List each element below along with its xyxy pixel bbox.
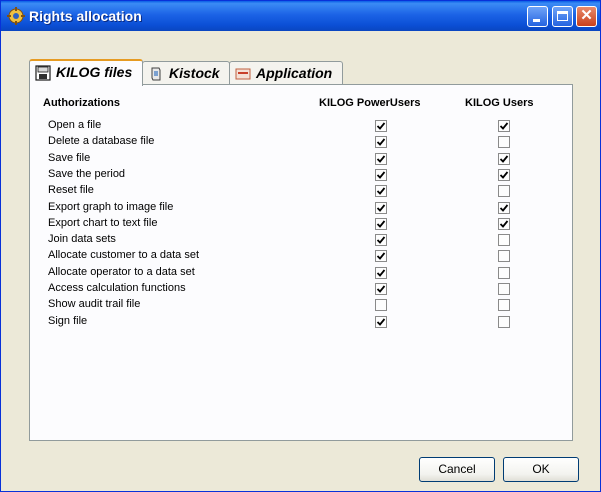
power-users-checkbox[interactable] — [375, 120, 387, 132]
table-row: Export graph to image file — [30, 200, 570, 216]
authorization-label: Export chart to text file — [48, 216, 158, 229]
users-checkbox[interactable] — [498, 201, 510, 214]
users-checkbox[interactable] — [498, 152, 510, 165]
cancel-button[interactable]: Cancel — [419, 457, 495, 482]
users-checkbox[interactable] — [498, 120, 510, 132]
header-authorizations: Authorizations — [43, 97, 120, 109]
authorization-label: Sign file — [48, 314, 88, 327]
users-checkbox[interactable] — [498, 315, 510, 328]
table-row: Allocate operator to a data set — [30, 265, 570, 281]
tab-kilog-files[interactable]: KILOG files — [29, 59, 143, 86]
authorization-label: Join data sets — [48, 233, 116, 246]
users-checkbox[interactable] — [498, 266, 510, 279]
rights-allocation-window: Rights allocation ✕ KILOG files Kistock — [0, 0, 601, 492]
power-users-checkbox[interactable] — [375, 315, 387, 328]
table-row: Show audit trail file — [30, 297, 570, 313]
power-users-checkbox[interactable] — [375, 217, 387, 230]
power-users-checkbox[interactable] — [375, 299, 387, 312]
header-users: KILOG Users — [465, 97, 534, 109]
users-checkbox[interactable] — [498, 299, 510, 312]
power-users-checkbox[interactable] — [375, 250, 387, 263]
maximize-icon — [557, 11, 568, 21]
users-checkbox[interactable] — [498, 185, 510, 198]
authorization-label: Allocate operator to a data set — [48, 265, 195, 278]
minimize-icon — [533, 19, 540, 22]
table-row: Sign file — [30, 314, 570, 330]
power-users-checkbox[interactable] — [375, 283, 387, 295]
table-row: Open a file — [30, 118, 570, 134]
tab-label: KILOG files — [56, 64, 133, 80]
window-title: Rights allocation — [29, 8, 142, 24]
tab-label: Application — [256, 65, 333, 81]
title-bar[interactable]: Rights allocation ✕ — [1, 1, 600, 31]
table-row: Access calculation functions — [30, 281, 570, 297]
close-button[interactable]: ✕ — [576, 6, 597, 27]
kilog-app-icon — [235, 68, 251, 80]
users-checkbox[interactable] — [498, 217, 510, 230]
kistock-icon — [151, 67, 161, 81]
authorization-label: Show audit trail file — [48, 298, 141, 311]
authorization-label: Reset file — [48, 184, 94, 197]
table-row: Reset file — [30, 183, 570, 199]
users-checkbox[interactable] — [498, 168, 510, 181]
minimize-button[interactable] — [527, 6, 548, 27]
table-row: Delete a database file — [30, 134, 570, 150]
authorization-label: Save file — [48, 151, 91, 164]
table-row: Join data sets — [30, 232, 570, 248]
power-users-checkbox[interactable] — [375, 168, 387, 181]
table-row: Export chart to text file — [30, 216, 570, 232]
tab-panel-kilog-files: Authorizations KILOG PowerUsers KILOG Us… — [29, 84, 573, 441]
authorization-label: Delete a database file — [48, 135, 155, 148]
authorization-label: Open a file — [48, 119, 102, 131]
authorization-label: Access calculation functions — [48, 282, 186, 294]
table-row: Save the period — [30, 167, 570, 183]
tab-application[interactable]: Application — [229, 61, 343, 85]
close-icon: ✕ — [580, 7, 593, 24]
authorization-label: Allocate customer to a data set — [48, 249, 200, 262]
maximize-button[interactable] — [552, 6, 573, 27]
tab-label: Kistock — [169, 65, 220, 81]
table-row: Allocate customer to a data set — [30, 248, 570, 264]
power-users-checkbox[interactable] — [375, 136, 387, 149]
users-checkbox[interactable] — [498, 136, 510, 149]
app-gear-icon — [7, 7, 25, 25]
kilog-files-icon — [35, 65, 51, 81]
authorization-label: Export graph to image file — [48, 200, 174, 213]
ok-button[interactable]: OK — [503, 457, 579, 482]
power-users-checkbox[interactable] — [375, 152, 387, 165]
users-checkbox[interactable] — [498, 250, 510, 263]
table-row: Save file — [30, 151, 570, 167]
users-checkbox[interactable] — [498, 283, 510, 295]
authorization-label: Save the period — [48, 167, 126, 180]
power-users-checkbox[interactable] — [375, 201, 387, 214]
header-power-users: KILOG PowerUsers — [319, 97, 421, 109]
power-users-checkbox[interactable] — [375, 266, 387, 279]
power-users-checkbox[interactable] — [375, 234, 387, 247]
users-checkbox[interactable] — [498, 234, 510, 247]
tab-kistock[interactable]: Kistock — [142, 61, 230, 85]
power-users-checkbox[interactable] — [375, 185, 387, 198]
